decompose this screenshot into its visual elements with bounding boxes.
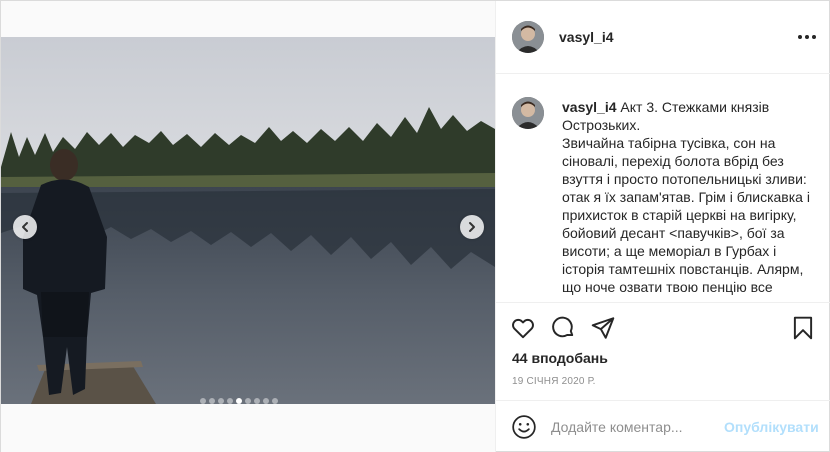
emoji-icon[interactable] xyxy=(511,414,537,440)
bookmark-icon[interactable] xyxy=(790,315,816,341)
likes-count[interactable]: 44 вподобань xyxy=(512,350,608,366)
avatar[interactable] xyxy=(512,21,544,53)
carousel-dot xyxy=(200,398,206,404)
instagram-post: vasyl_i4 vasyl_i4 Акт 3. Стежками князів… xyxy=(0,0,830,452)
caption-avatar[interactable] xyxy=(512,97,544,129)
carousel-dot xyxy=(254,398,260,404)
caption-text: vasyl_i4 Акт 3. Стежками князів Острозьк… xyxy=(562,98,818,296)
more-options-icon[interactable] xyxy=(796,28,818,46)
add-comment-bar: Опублікувати xyxy=(496,400,830,452)
post-photo[interactable] xyxy=(1,37,495,404)
comment-input[interactable] xyxy=(551,414,721,440)
post-details-panel: vasyl_i4 vasyl_i4 Акт 3. Стежками князів… xyxy=(495,1,830,452)
username-link[interactable]: vasyl_i4 xyxy=(559,29,614,45)
post-media xyxy=(1,1,495,452)
carousel-dot xyxy=(236,398,242,404)
caption-username[interactable]: vasyl_i4 xyxy=(562,99,617,115)
comment-icon[interactable] xyxy=(550,315,576,341)
post-caption: vasyl_i4 Акт 3. Стежками князів Острозьк… xyxy=(496,74,830,302)
carousel-dot xyxy=(245,398,251,404)
caption-body: Акт 3. Стежками князів Острозьких. Звича… xyxy=(562,99,810,295)
post-date[interactable]: 19 СІЧНЯ 2020 Р. xyxy=(512,376,596,387)
post-header: vasyl_i4 xyxy=(496,1,830,74)
publish-button[interactable]: Опублікувати xyxy=(724,419,819,435)
carousel-dot xyxy=(218,398,224,404)
chevron-right-icon xyxy=(469,222,475,232)
carousel-dot xyxy=(209,398,215,404)
carousel-next-button[interactable] xyxy=(460,215,484,239)
chevron-left-icon xyxy=(22,222,28,232)
carousel-indicator xyxy=(200,398,278,404)
carousel-dot xyxy=(272,398,278,404)
share-icon[interactable] xyxy=(590,315,616,341)
heart-icon[interactable] xyxy=(510,315,536,341)
post-actions: 44 вподобань 19 СІЧНЯ 2020 Р. Опублікува… xyxy=(496,302,830,452)
carousel-dot xyxy=(263,398,269,404)
carousel-dot xyxy=(227,398,233,404)
carousel-prev-button[interactable] xyxy=(13,215,37,239)
